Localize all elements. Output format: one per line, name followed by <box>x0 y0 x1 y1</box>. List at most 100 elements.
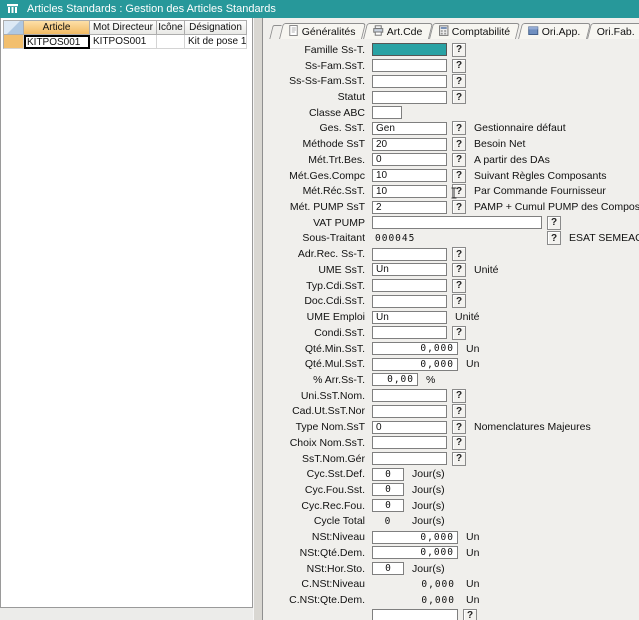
input-ume-emploi[interactable]: Un <box>372 311 447 324</box>
help-button[interactable]: ? <box>452 59 466 73</box>
input-cyc-sst-def[interactable]: 0 <box>372 468 404 481</box>
input-ss-ss-fam-sst[interactable] <box>372 75 447 88</box>
input-value: 10 <box>376 170 387 181</box>
input-m-t-ges-compc[interactable]: 10 <box>372 169 447 182</box>
input-cad-ut-sst-nor[interactable] <box>372 405 447 418</box>
tab-g-n-ralit-s[interactable]: Généralités <box>279 23 366 39</box>
field-label: Condi.SsT. <box>265 327 365 339</box>
input-sst-nom-g-r[interactable] <box>372 452 447 465</box>
field-note: PAMP + Cumul PUMP des Composants <box>474 201 639 213</box>
input-nst-hor-sto[interactable]: 0 <box>372 562 404 575</box>
help-button[interactable]: ? <box>452 43 466 57</box>
input-classe-abc[interactable] <box>372 106 402 119</box>
field-note: Nomenclatures Majeures <box>474 421 591 433</box>
form-row-qt-min-sst: Qté.Min.SsT.0,000Un <box>265 341 639 357</box>
form-row-cyc-fou-sst: Cyc.Fou.Sst. 0 Jour(s) <box>265 482 639 498</box>
field-label: Cycle Total <box>265 515 365 527</box>
column-header-ic-ne[interactable]: Icône <box>157 20 185 35</box>
tab-bar: GénéralitésArt.Cde Comptabilité Ori.App.Or… <box>263 20 639 39</box>
help-button[interactable]: ? <box>547 216 561 230</box>
input-m-thode-sst[interactable]: 20 <box>372 138 447 151</box>
input-choix-nom-sst[interactable] <box>372 436 447 449</box>
input-cyc-fou-sst[interactable]: 0 <box>372 483 404 496</box>
tab-art-cde[interactable]: Art.Cde <box>363 23 433 39</box>
cell-mot-directeur[interactable]: KITPOS001 <box>90 35 157 49</box>
cell-article[interactable]: KITPOS001 <box>24 35 90 49</box>
input-typ-cdi-sst[interactable] <box>372 279 447 292</box>
column-header-d-signation[interactable]: Désignation <box>185 20 247 35</box>
input-value: 0 <box>376 422 382 433</box>
input-ume-sst[interactable]: Un <box>372 263 447 276</box>
app-window: Articles Standards : Gestion des Article… <box>0 0 639 620</box>
input-m-t-trt-bes[interactable]: 0 <box>372 153 447 166</box>
help-button[interactable]: ? <box>452 153 466 167</box>
form-row-cad-ut-sst-nor: Cad.Ut.SsT.Nor? <box>265 404 639 420</box>
input-qt-mul-sst[interactable]: 0,000 <box>372 358 458 371</box>
input-type-nom-sst[interactable]: 0 <box>372 421 447 434</box>
cell-d-signation[interactable]: Kit de pose 1 <box>185 35 247 49</box>
field-label: Mét.Ges.Compc <box>265 170 365 182</box>
field-note: Un <box>466 578 479 590</box>
field-label: % Arr.Ss-T. <box>265 374 365 386</box>
help-button[interactable]: ? <box>452 74 466 88</box>
input-condi-sst[interactable] <box>372 326 447 339</box>
form-row-uni-sst-nom: Uni.SsT.Nom.? <box>265 388 639 404</box>
form-row-statut: Statut? <box>265 89 639 105</box>
help-button[interactable]: ? <box>452 121 466 135</box>
help-button[interactable]: ? <box>452 436 466 450</box>
input-nst-niveau[interactable]: 0,000 <box>372 531 458 544</box>
help-button[interactable]: ? <box>452 294 466 308</box>
panel-splitter[interactable] <box>253 18 263 620</box>
input-value: 10 <box>376 186 387 197</box>
input-ges-sst[interactable]: Gen <box>372 122 447 135</box>
help-button[interactable]: ? <box>452 404 466 418</box>
help-button[interactable]: ? <box>452 90 466 104</box>
help-button[interactable]: ? <box>452 137 466 151</box>
help-button[interactable]: ? <box>463 609 477 620</box>
input-blank[interactable] <box>372 609 458 620</box>
input-uni-sst-nom[interactable] <box>372 389 447 402</box>
field-label: Uni.SsT.Nom. <box>265 390 365 402</box>
row-selector-cell[interactable] <box>3 35 24 49</box>
input-adr-rec-ss-t[interactable] <box>372 248 447 261</box>
input-qt-min-sst[interactable]: 0,000 <box>372 342 458 355</box>
field-label: NSt:Qté.Dem. <box>265 547 365 559</box>
input-value: 0 <box>385 484 391 495</box>
cell-ic-ne[interactable] <box>157 35 185 49</box>
tab-ori-app[interactable]: Ori.App. <box>518 23 591 39</box>
help-button[interactable]: ? <box>452 389 466 403</box>
help-button[interactable]: ? <box>452 169 466 183</box>
help-button[interactable]: ? <box>452 420 466 434</box>
tab-label: Comptabilité <box>452 26 510 38</box>
input-m-t-pump-sst[interactable]: 2 <box>372 201 447 214</box>
help-button[interactable]: ? <box>452 452 466 466</box>
form-row-m-t-r-c-sst: Mét.Réc.SsT.10?Par Commande Fournisseur <box>265 183 639 199</box>
tab-comptabilit[interactable]: Comptabilité <box>429 23 520 39</box>
tab-ori-fab[interactable]: Ori.Fab. <box>587 23 639 39</box>
form-row-vat-pump: VAT PUMP? <box>265 215 639 231</box>
field-note: Jour(s) <box>412 484 445 496</box>
column-header-mot-directeur[interactable]: Mot Directeur <box>90 20 157 35</box>
input-arr-ss-t[interactable]: 0,00 <box>372 373 418 386</box>
input-m-t-r-c-sst[interactable]: 10 <box>372 185 447 198</box>
input-doc-cdi-sst[interactable] <box>372 295 447 308</box>
field-label: NSt:Hor.Sto. <box>265 563 365 575</box>
column-header-article[interactable]: Article <box>24 20 90 35</box>
field-label: NSt:Niveau <box>265 531 365 543</box>
input-vat-pump[interactable] <box>372 216 542 229</box>
field-label: Cyc.Fou.Sst. <box>265 484 365 496</box>
input-ss-fam-sst[interactable] <box>372 59 447 72</box>
table-row[interactable]: KITPOS001KITPOS001 Kit de pose 1 <box>3 35 247 49</box>
input-famille-ss-t[interactable] <box>372 43 447 56</box>
input-nst-qt-dem[interactable]: 0,000 <box>372 546 458 559</box>
help-button[interactable]: ? <box>452 263 466 277</box>
field-note: A partir des DAs <box>474 154 550 166</box>
help-button[interactable]: ? <box>452 279 466 293</box>
help-button[interactable]: ? <box>452 326 466 340</box>
input-cyc-rec-fou[interactable]: 0 <box>372 499 404 512</box>
help-button[interactable]: ? <box>452 247 466 261</box>
help-button[interactable]: ? <box>547 231 561 245</box>
help-button[interactable]: ? <box>452 200 466 214</box>
select-all-cell[interactable] <box>3 20 24 35</box>
input-statut[interactable] <box>372 91 447 104</box>
